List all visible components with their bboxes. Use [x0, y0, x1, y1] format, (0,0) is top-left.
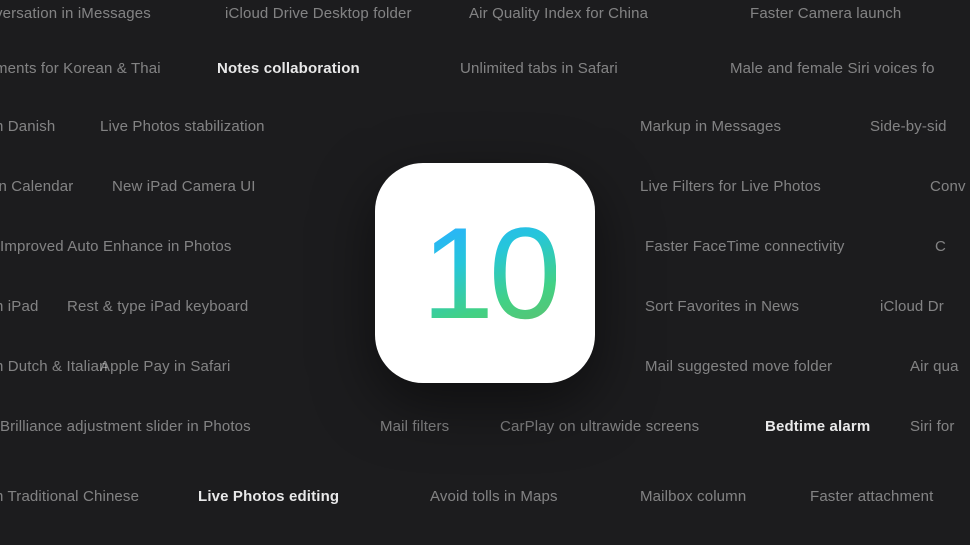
feature-label-f31: Bedtime alarm [765, 418, 870, 435]
feature-label-f26: Mail suggested move folder [645, 358, 832, 375]
feature-label-f13: in Calendar [0, 178, 73, 195]
feature-label-f36: Mailbox column [640, 488, 746, 505]
feature-label-f23: iCloud Dr [880, 298, 944, 315]
feature-label-f22: Sort Favorites in News [645, 298, 799, 315]
feature-label-f21: Rest & type iPad keyboard [67, 298, 248, 315]
ios-logo-box: 10 [375, 163, 595, 383]
feature-label-f6: Notes collaboration [217, 60, 360, 77]
feature-label-f16: Conv [930, 178, 966, 195]
feature-label-f9: n Danish [0, 118, 55, 135]
feature-label-f14: New iPad Camera UI [112, 178, 256, 195]
ios-logo-container: 10 [375, 163, 595, 383]
feature-label-f19: C [935, 238, 946, 255]
feature-label-f2: iCloud Drive Desktop folder [225, 5, 412, 22]
feature-label-f5: ments for Korean & Thai [0, 60, 161, 77]
feature-label-f12: Side-by-sid [870, 118, 947, 135]
feature-label-f34: Live Photos editing [198, 488, 339, 505]
feature-label-f4: Faster Camera launch [750, 5, 901, 22]
feature-label-f29: Mail filters [380, 418, 449, 435]
feature-label-f1: versation in iMessages [0, 5, 151, 22]
feature-label-f25: Apple Pay in Safari [100, 358, 230, 375]
feature-label-f10: Live Photos stabilization [100, 118, 265, 135]
feature-label-f8: Male and female Siri voices fo [730, 60, 935, 77]
feature-label-f17: Improved Auto Enhance in Photos [0, 238, 231, 255]
feature-label-f24: n Dutch & Italian [0, 358, 108, 375]
feature-label-f35: Avoid tolls in Maps [430, 488, 558, 505]
feature-label-f3: Air Quality Index for China [469, 5, 648, 22]
feature-label-f20: n iPad [0, 298, 38, 315]
feature-label-f7: Unlimited tabs in Safari [460, 60, 618, 77]
feature-label-f30: CarPlay on ultrawide screens [500, 418, 699, 435]
feature-label-f15: Live Filters for Live Photos [640, 178, 821, 195]
feature-label-f18: Faster FaceTime connectivity [645, 238, 845, 255]
feature-label-f11: Markup in Messages [640, 118, 781, 135]
feature-label-f33: n Traditional Chinese [0, 488, 139, 505]
feature-label-f37: Faster attachment [810, 488, 933, 505]
feature-label-f27: Air qua [910, 358, 959, 375]
ios-logo-text: 10 [414, 208, 557, 338]
feature-label-f28: Brilliance adjustment slider in Photos [0, 418, 251, 435]
feature-label-f32: Siri for [910, 418, 955, 435]
